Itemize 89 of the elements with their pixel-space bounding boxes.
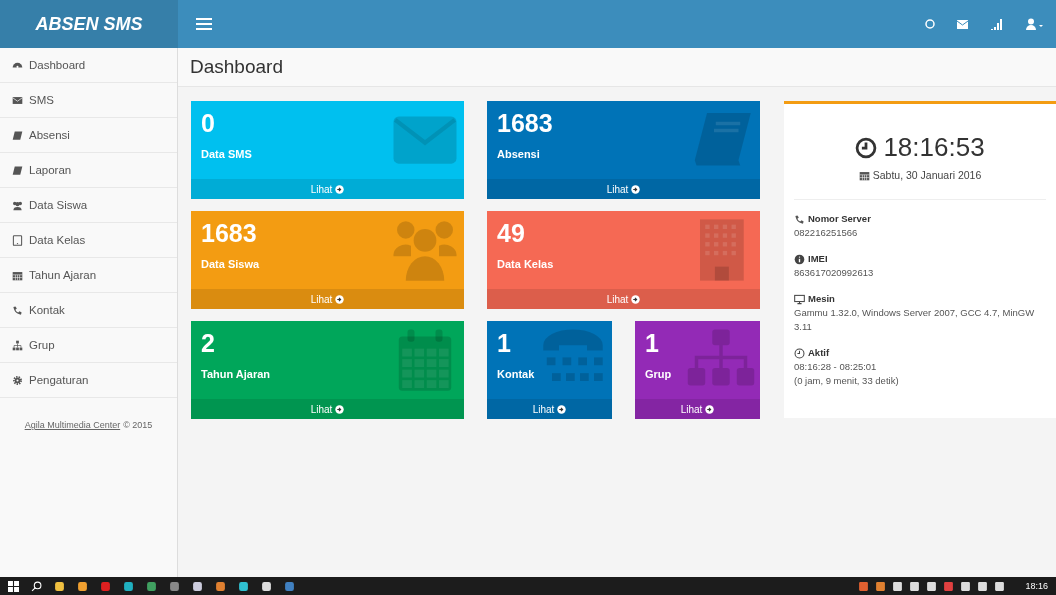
arrow-right-icon: [335, 294, 345, 304]
info-icon: [794, 253, 805, 265]
tray-icon[interactable]: [926, 580, 938, 592]
info-label: Mesin: [808, 292, 835, 306]
view-link[interactable]: Lihat: [532, 403, 567, 415]
sidebar-item[interactable]: Kontak: [0, 293, 177, 328]
info-value: 08:16:28 - 08:25:01: [794, 360, 878, 374]
sidebar-item[interactable]: Data Kelas: [0, 223, 177, 258]
clock-time: 18:16:53: [883, 132, 985, 163]
calendar-icon: [858, 169, 870, 181]
arrow-right-icon: [557, 404, 567, 414]
stat-label: Tahun Ajaran: [201, 368, 271, 380]
view-link[interactable]: Lihat: [680, 403, 715, 415]
circle-icon[interactable]: [925, 19, 935, 29]
tray-icon[interactable]: [960, 580, 972, 592]
app-icon[interactable]: [123, 580, 134, 592]
stat-label: Kontak: [497, 368, 535, 380]
copyright-text: © 2015: [123, 420, 153, 430]
arrow-right-icon: [705, 404, 715, 414]
clock-icon: [855, 136, 878, 159]
view-link[interactable]: Lihat: [606, 183, 641, 195]
book-icon: [12, 164, 23, 176]
view-link[interactable]: Lihat: [310, 403, 345, 415]
info-value: 863617020992613: [794, 266, 875, 280]
stat-label: Data Kelas: [497, 258, 554, 270]
mail-icon[interactable]: [957, 19, 968, 29]
stat-label: Data Siswa: [201, 258, 260, 270]
stat-value: 49: [497, 219, 525, 248]
stat-value: 1: [497, 329, 511, 358]
taskbar-clock[interactable]: 18:16: [1025, 581, 1048, 591]
users-icon: [12, 199, 23, 211]
sitemap-icon: [12, 339, 23, 351]
app-icon[interactable]: [54, 580, 65, 592]
tablet-icon: [12, 234, 23, 246]
tray-icon[interactable]: [892, 580, 904, 592]
envelope-icon: [12, 94, 23, 106]
monitor-icon: [794, 293, 805, 305]
tray-icon[interactable]: [994, 580, 1006, 592]
stat-value: 2: [201, 329, 215, 358]
app-icon[interactable]: [192, 580, 203, 592]
sidebar-item[interactable]: Absensi: [0, 118, 177, 153]
sidebar-item[interactable]: Pengaturan: [0, 363, 177, 398]
stat-value: 1683: [201, 219, 257, 248]
clock-icon: [794, 347, 805, 359]
menu-icon[interactable]: [196, 17, 212, 31]
arrow-right-icon: [335, 404, 345, 414]
app-logo[interactable]: ABSEN SMS: [0, 0, 178, 48]
calendar-icon: [12, 269, 23, 281]
sidebar-item[interactable]: SMS: [0, 83, 177, 118]
user-icon[interactable]: [1026, 18, 1044, 30]
info-label: Nomor Server: [808, 212, 871, 226]
stat-label: Absensi: [497, 148, 540, 160]
app-icon[interactable]: [77, 580, 88, 592]
sidebar-item[interactable]: Data Siswa: [0, 188, 177, 223]
tray-icon[interactable]: [977, 580, 989, 592]
app-icon[interactable]: [215, 580, 226, 592]
stat-value: 1683: [497, 109, 553, 138]
windows-icon[interactable]: [8, 580, 19, 592]
info-label: Aktif: [808, 346, 830, 360]
info-value: (0 jam, 9 menit, 33 detik): [794, 374, 900, 388]
footer-link[interactable]: Agila Multimedia Center: [24, 420, 121, 430]
app-icon[interactable]: [261, 580, 272, 592]
stat-value: 1: [645, 329, 659, 358]
sidebar-item[interactable]: Grup: [0, 328, 177, 363]
sidebar-item[interactable]: Laporan: [0, 153, 177, 188]
sidebar-item[interactable]: Tahun Ajaran: [0, 258, 177, 293]
stat-label: Data SMS: [201, 148, 252, 160]
stat-value: 0: [201, 109, 215, 138]
app-icon[interactable]: [146, 580, 157, 592]
arrow-right-icon: [631, 294, 641, 304]
sidebar-item[interactable]: Dashboard: [0, 48, 177, 83]
book-icon: [12, 129, 23, 141]
info-value: Gammu 1.32.0, Windows Server 2007, GCC 4.7, MinGW 3.11: [794, 306, 1036, 334]
phone-icon: [794, 213, 805, 225]
arrow-right-icon: [335, 184, 345, 194]
signal-icon[interactable]: [990, 17, 1004, 31]
view-link[interactable]: Lihat: [606, 293, 641, 305]
page-title: Dashboard: [178, 48, 1056, 87]
info-label: IMEI: [808, 252, 828, 266]
gear-icon: [12, 374, 23, 386]
stat-label: Grup: [645, 368, 672, 380]
search-icon[interactable]: [31, 580, 42, 592]
phone-icon: [12, 304, 23, 316]
tray-icon[interactable]: [875, 580, 887, 592]
date-text: Sabtu, 30 Januari 2016: [872, 169, 982, 181]
info-value: 082216251566: [794, 226, 859, 240]
arrow-right-icon: [631, 184, 641, 194]
app-icon[interactable]: [238, 580, 249, 592]
tray-icon[interactable]: [909, 580, 921, 592]
